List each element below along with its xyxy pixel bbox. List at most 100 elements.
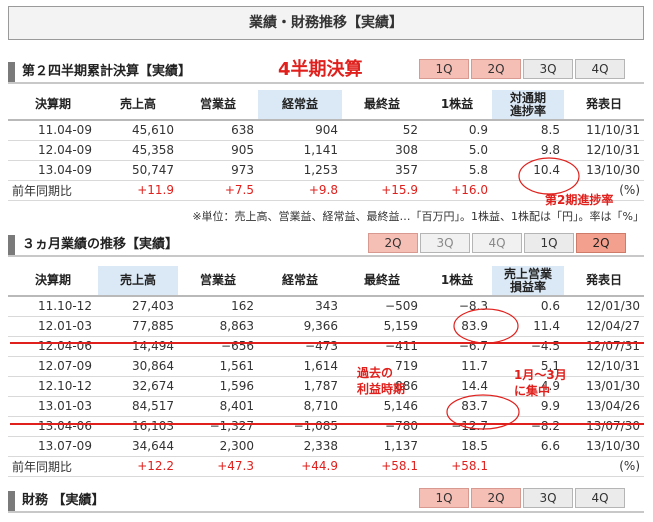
yoy-label: 前年同期比 <box>8 180 98 201</box>
period-cell: 11.04-09 <box>8 120 98 141</box>
value-cell: 83.7 <box>422 396 492 417</box>
quarterly-tab-2q[interactable]: 2Q <box>576 233 626 253</box>
period-cell: 12.10-12 <box>8 376 98 397</box>
column-header: 売上営業 損益率 <box>492 266 564 297</box>
period-cell: 12.04-06 <box>8 336 98 357</box>
past-profit-annotation-line1: 過去の <box>357 366 394 380</box>
value-cell: 12/01/30 <box>564 296 644 317</box>
table-row: 13.04-06 16,103 −1,327 −1,085 −780 −12.7 −8.2 1… <box>8 416 644 437</box>
value-cell: 13/04/26 <box>564 396 644 417</box>
table-row: 13.04-09 50,747 973 1,253 357 5.8 10.4 13/10/30 <box>8 160 644 181</box>
value-cell: 638 <box>178 120 258 141</box>
past-profit-annotation-line2: 利益時期 <box>357 382 406 396</box>
value-cell: −656 <box>178 336 258 357</box>
value-cell: 10.4 <box>492 160 564 181</box>
quarterly-tab-4q[interactable]: 4Q <box>472 233 522 253</box>
yoy-value: +7.5 <box>178 180 258 201</box>
column-header: 決算期 <box>8 266 98 297</box>
value-cell: 50,747 <box>98 160 178 181</box>
value-cell: −4.5 <box>492 336 564 357</box>
finance-tab-4q[interactable]: 4Q <box>575 488 625 508</box>
finance-tab-1q[interactable]: 1Q <box>419 488 469 508</box>
value-cell: 11/10/31 <box>564 120 644 141</box>
concentration-annotation-line1: 1月～3月 <box>514 368 567 382</box>
cumulative-results-table: 決算期 売上高 営業益 経常益 最終益 1株益 対通期 進捗率 発表日 11.04-09 45,… <box>8 90 644 201</box>
cumulative-tab-3q[interactable]: 3Q <box>523 59 573 79</box>
cumulative-tab-2q[interactable]: 2Q <box>471 59 521 79</box>
table-row: 11.10-12 27,403 162 343 −509 −8.3 0.6 12/01/30 <box>8 296 644 317</box>
cumulative-tab-4q[interactable]: 4Q <box>575 59 625 79</box>
value-cell: 1,253 <box>258 160 342 181</box>
cumulative-tab-1q[interactable]: 1Q <box>419 59 469 79</box>
column-header: 営業益 <box>178 90 258 121</box>
value-cell: 1,787 <box>258 376 342 397</box>
value-cell: 16,103 <box>98 416 178 437</box>
yoy-value: +16.0 <box>422 180 492 201</box>
value-cell: −6.7 <box>422 336 492 357</box>
value-cell: 13/07/30 <box>564 416 644 437</box>
finance-tab-2q[interactable]: 2Q <box>471 488 521 508</box>
yoy-unit: (%) <box>564 456 644 477</box>
yoy-value: +58.1 <box>342 456 422 477</box>
quarterly-quarter-tabs: 2Q 3Q 4Q 1Q 2Q <box>368 233 626 253</box>
yoy-value: +44.9 <box>258 456 342 477</box>
value-cell: −8.3 <box>422 296 492 317</box>
value-cell: 34,644 <box>98 436 178 457</box>
finance-section-title: 財務 【実績】 <box>22 493 105 508</box>
period-cell: 13.07-09 <box>8 436 98 457</box>
yoy-value: +12.2 <box>98 456 178 477</box>
column-header: 決算期 <box>8 90 98 121</box>
period-cell: 12.04-09 <box>8 140 98 161</box>
yoy-value: +15.9 <box>342 180 422 201</box>
period-cell: 12.01-03 <box>8 316 98 337</box>
value-cell: 973 <box>178 160 258 181</box>
value-cell: −1,327 <box>178 416 258 437</box>
quarterly-tab-3q[interactable]: 3Q <box>420 233 470 253</box>
value-cell: −509 <box>342 296 422 317</box>
quarterly-tab-1q[interactable]: 1Q <box>524 233 574 253</box>
value-cell: 904 <box>258 120 342 141</box>
value-cell: 162 <box>178 296 258 317</box>
table-row: 12.04-06 14,494 −656 −473 −411 −6.7 −4.5 12/07/… <box>8 336 644 357</box>
quarterly-tab-2q[interactable]: 2Q <box>368 233 418 253</box>
value-cell: −411 <box>342 336 422 357</box>
table-row: 13.07-09 34,644 2,300 2,338 1,137 18.5 6.6 13/1… <box>8 436 644 457</box>
value-cell: 0.9 <box>422 120 492 141</box>
column-header: 1株益 <box>422 90 492 121</box>
period-cell: 12.07-09 <box>8 356 98 377</box>
value-cell: 8.5 <box>492 120 564 141</box>
yoy-row: 前年同期比 +12.2 +47.3 +44.9 +58.1 +58.1 (%) <box>8 456 644 477</box>
value-cell: 9.8 <box>492 140 564 161</box>
value-cell: −1,085 <box>258 416 342 437</box>
value-cell: 1,561 <box>178 356 258 377</box>
value-cell: −780 <box>342 416 422 437</box>
value-cell: 12/10/31 <box>564 140 644 161</box>
cumulative-section-title: 第２四半期累計決算【実績】 <box>22 64 192 79</box>
column-header: 経常益 <box>258 90 342 121</box>
quarterly-section-title: ３ヵ月業績の推移【実績】 <box>22 237 179 252</box>
column-header: 売上高 <box>98 266 178 297</box>
column-header: 最終益 <box>342 266 422 297</box>
value-cell: 12/07/31 <box>564 336 644 357</box>
yoy-value: +58.1 <box>422 456 492 477</box>
finance-tab-3q[interactable]: 3Q <box>523 488 573 508</box>
column-header: 売上高 <box>98 90 178 121</box>
progress-rate-annotation: 第2期進捗率 <box>545 193 614 207</box>
period-cell: 13.04-06 <box>8 416 98 437</box>
value-cell: 5.0 <box>422 140 492 161</box>
table-row: 12.01-03 77,885 8,863 9,366 5,159 83.9 11.4 12/… <box>8 316 644 337</box>
table-row: 12.04-09 45,358 905 1,141 308 5.0 9.8 12/10/31 <box>8 140 644 161</box>
value-cell: 11.7 <box>422 356 492 377</box>
period-cell: 11.10-12 <box>8 296 98 317</box>
value-cell: 357 <box>342 160 422 181</box>
page-title: 業績・財務推移【実績】 <box>8 6 644 40</box>
yoy-value: +9.8 <box>258 180 342 201</box>
value-cell: 0.6 <box>492 296 564 317</box>
section-marker <box>8 491 15 511</box>
yoy-label: 前年同期比 <box>8 456 98 477</box>
cumulative-quarter-tabs: 1Q 2Q 3Q 4Q <box>419 59 625 79</box>
value-cell: 52 <box>342 120 422 141</box>
value-cell: 12/04/27 <box>564 316 644 337</box>
value-cell: 9,366 <box>258 316 342 337</box>
value-cell: 8,863 <box>178 316 258 337</box>
